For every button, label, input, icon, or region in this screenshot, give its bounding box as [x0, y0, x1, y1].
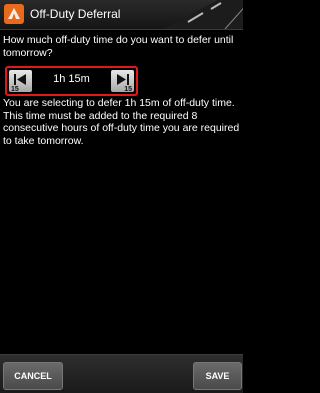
deferral-info-text: You are selecting to defer 1h 15m of off… — [3, 97, 240, 147]
title-bar: Off-Duty Deferral — [0, 0, 243, 30]
deferral-time-stepper[interactable]: 15 1h 15m 15 — [5, 66, 138, 96]
increment-button[interactable]: 15 — [111, 70, 134, 93]
decrement-step-label: 15 — [11, 86, 19, 93]
decrement-button[interactable]: 15 — [9, 70, 32, 93]
action-bar: CANCEL SAVE — [0, 354, 243, 393]
road-graphic — [163, 0, 243, 29]
deferral-question: How much off-duty time do you want to de… — [3, 34, 234, 59]
screen: Off-Duty Deferral How much off-duty time… — [0, 0, 243, 393]
window-title: Off-Duty Deferral — [30, 7, 121, 21]
save-button[interactable]: SAVE — [193, 362, 242, 390]
app-icon — [4, 4, 24, 24]
cancel-button[interactable]: CANCEL — [3, 362, 63, 390]
increment-step-label: 15 — [124, 86, 132, 93]
deferral-time-value: 1h 15m — [53, 73, 90, 85]
